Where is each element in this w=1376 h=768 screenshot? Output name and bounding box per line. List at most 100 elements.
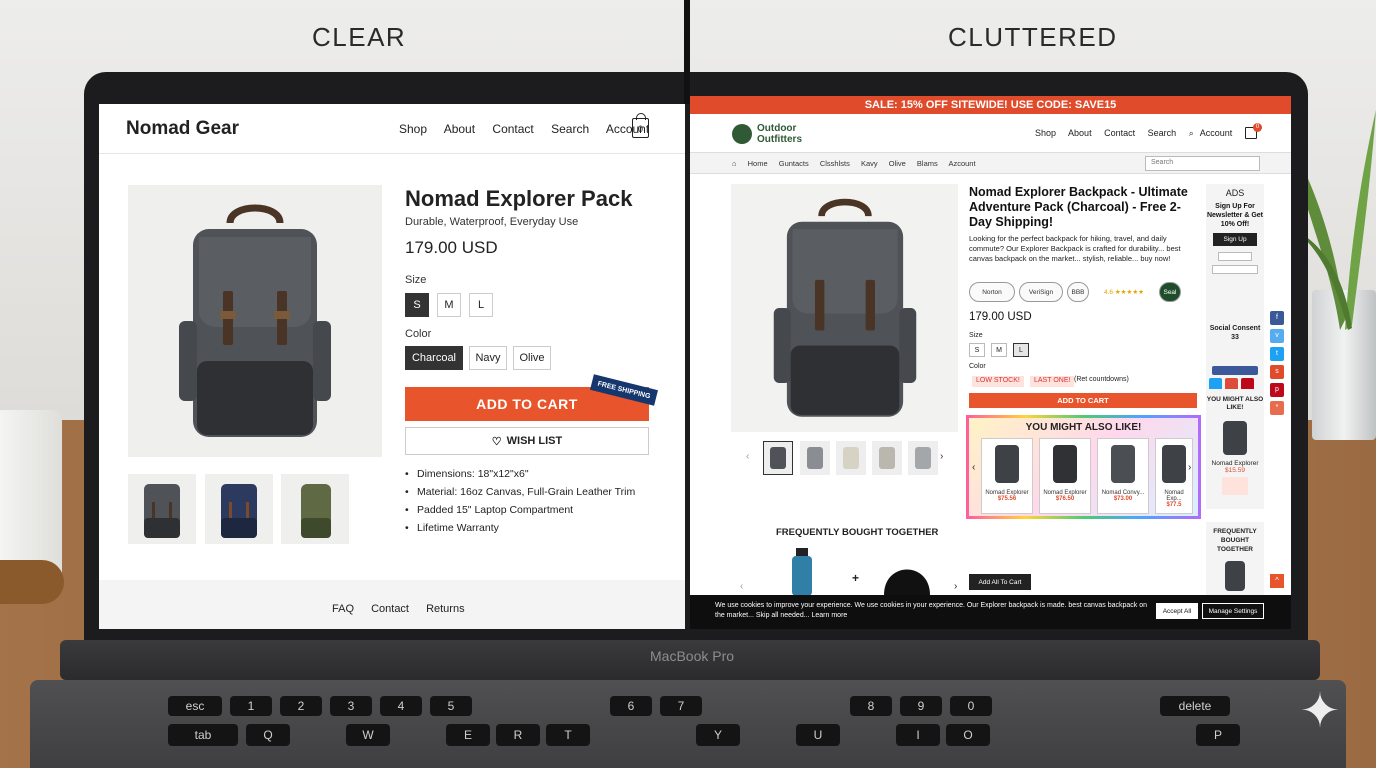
color-option-olive[interactable]: Olive [513, 346, 551, 370]
vine-icon[interactable]: v [1270, 329, 1284, 343]
key-5[interactable]: 5 [430, 696, 472, 716]
chevron-left-icon[interactable]: ‹ [746, 451, 749, 462]
thumbnail-charcoal[interactable] [128, 474, 196, 544]
footer-returns[interactable]: Returns [426, 603, 465, 615]
shopping-bag-icon[interactable]: 0 [632, 113, 649, 138]
footer-contact[interactable]: Contact [371, 603, 409, 615]
cart-count-badge: 0 [1253, 123, 1262, 132]
thumbnail[interactable] [908, 441, 938, 475]
facebook-icon[interactable]: f [1270, 311, 1284, 325]
key-r[interactable]: R [496, 724, 540, 746]
sidebar-reco-name[interactable]: Nomad Explorer [1206, 460, 1264, 467]
key-9[interactable]: 9 [900, 696, 942, 716]
countdown-text: (Ret countdowns) [1074, 376, 1129, 383]
wishlist-button[interactable]: ♡ WISH LIST [405, 427, 649, 455]
back-to-top-icon[interactable]: ^ [1270, 574, 1284, 588]
add-to-cart-button[interactable]: ADD TO CART [969, 393, 1197, 408]
key-1[interactable]: 1 [230, 696, 272, 716]
nav-contact[interactable]: Contact [1104, 128, 1135, 138]
thumbnail[interactable] [872, 441, 902, 475]
chevron-left-icon[interactable]: ‹ [740, 581, 743, 592]
manage-settings-button[interactable]: Manage Settings [1202, 603, 1264, 619]
twitter-icon[interactable]: t [1270, 347, 1284, 361]
size-option-m[interactable]: M [991, 343, 1007, 357]
search-icon[interactable]: ⌕ [1189, 128, 1194, 138]
chevron-right-icon[interactable]: › [1188, 462, 1191, 473]
add-all-to-cart-button[interactable]: Add All To Cart [969, 574, 1031, 590]
size-option-s[interactable]: S [405, 293, 429, 317]
key-o[interactable]: O [946, 724, 990, 746]
key-y[interactable]: Y [696, 724, 740, 746]
ads-search-field[interactable] [1212, 265, 1258, 274]
low-stock-warning: LOW STOCK! [972, 376, 1024, 387]
thumbnail-olive[interactable] [281, 474, 349, 544]
nav-shop[interactable]: Shop [1035, 128, 1056, 138]
chevron-right-icon[interactable]: › [940, 451, 943, 462]
subnav-kavy[interactable]: Kavy [861, 159, 878, 168]
footer-faq[interactable]: FAQ [332, 603, 354, 615]
size-option-m[interactable]: M [437, 293, 461, 317]
recommendation-card[interactable]: Nomad Convy... $73.00 [1097, 438, 1149, 514]
ads-text: Sign Up For Newsletter & Get 10% Off! [1206, 203, 1264, 228]
key-delete[interactable]: delete [1160, 696, 1230, 716]
pinterest-icon[interactable]: p [1270, 383, 1284, 397]
key-q[interactable]: Q [246, 724, 290, 746]
facebook-bar-icon[interactable] [1212, 366, 1258, 375]
sale-banner[interactable]: SALE: 15% OFF SITEWIDE! USE CODE: SAVE15 [690, 96, 1291, 114]
key-tab[interactable]: tab [168, 724, 238, 746]
key-8[interactable]: 8 [850, 696, 892, 716]
subnav-blams[interactable]: Blams [917, 159, 938, 168]
key-w[interactable]: W [346, 724, 390, 746]
you-might-also-like-carousel: YOU MIGHT ALSO LIKE! ‹ Nomad Explorer $7… [966, 415, 1201, 519]
home-icon[interactable]: ⌂ [732, 159, 737, 168]
card-name: Nomad Exp... [1164, 490, 1184, 502]
subnav-guntacts[interactable]: Guntacts [779, 159, 809, 168]
size-option-s[interactable]: S [969, 343, 985, 357]
key-3[interactable]: 3 [330, 696, 372, 716]
key-0[interactable]: 0 [950, 696, 992, 716]
size-option-l[interactable]: L [469, 293, 493, 317]
color-option-navy[interactable]: Navy [469, 346, 507, 370]
thumbnail-navy[interactable] [205, 474, 273, 544]
subnav-home[interactable]: Home [748, 159, 768, 168]
key-i[interactable]: I [896, 724, 940, 746]
chevron-left-icon[interactable]: ‹ [972, 462, 975, 473]
nav-about[interactable]: About [1068, 128, 1092, 138]
accept-cookies-button[interactable]: Accept All [1156, 603, 1198, 619]
key-t[interactable]: T [546, 724, 590, 746]
key-7[interactable]: 7 [660, 696, 702, 716]
key-p[interactable]: P [1196, 724, 1240, 746]
key-u[interactable]: U [796, 724, 840, 746]
thumbnail[interactable] [763, 441, 793, 475]
size-option-l[interactable]: L [1013, 343, 1029, 357]
chevron-right-icon[interactable]: › [954, 581, 957, 592]
nav-search[interactable]: Search [1148, 128, 1177, 138]
share-alt-icon[interactable]: * [1270, 401, 1284, 415]
site-logo[interactable]: Nomad Gear [126, 118, 239, 140]
subnav-clsshlsts[interactable]: Clsshlsts [820, 159, 850, 168]
key-4[interactable]: 4 [380, 696, 422, 716]
subnav-olive[interactable]: Olive [889, 159, 906, 168]
thumbnail[interactable] [800, 441, 830, 475]
recommendation-card[interactable]: Nomad Explorer $75.56 [981, 438, 1033, 514]
search-input[interactable]: Search [1145, 156, 1260, 171]
share-icon[interactable]: s [1270, 365, 1284, 379]
color-option-charcoal[interactable]: Charcoal [405, 346, 463, 370]
thumbnail[interactable] [836, 441, 866, 475]
key-esc[interactable]: esc [168, 696, 222, 716]
subnav-azcount[interactable]: Azcount [948, 159, 975, 168]
backpack-icon [843, 447, 859, 469]
nav-about[interactable]: About [444, 122, 475, 136]
nav-account[interactable]: Account [1200, 128, 1233, 138]
ads-signup-button[interactable]: Sign Up [1213, 233, 1257, 246]
site-logo[interactable]: Outdoor Outfitters [757, 123, 827, 145]
key-6[interactable]: 6 [610, 696, 652, 716]
nav-search[interactable]: Search [551, 122, 589, 136]
recommendation-card[interactable]: Nomad Explorer $76.50 [1039, 438, 1091, 514]
key-e[interactable]: E [446, 724, 490, 746]
nav-contact[interactable]: Contact [492, 122, 533, 136]
nav-shop[interactable]: Shop [399, 122, 427, 136]
recommendation-card[interactable]: Nomad Exp... $77.5 [1155, 438, 1193, 514]
ads-input-field[interactable] [1218, 252, 1252, 261]
key-2[interactable]: 2 [280, 696, 322, 716]
